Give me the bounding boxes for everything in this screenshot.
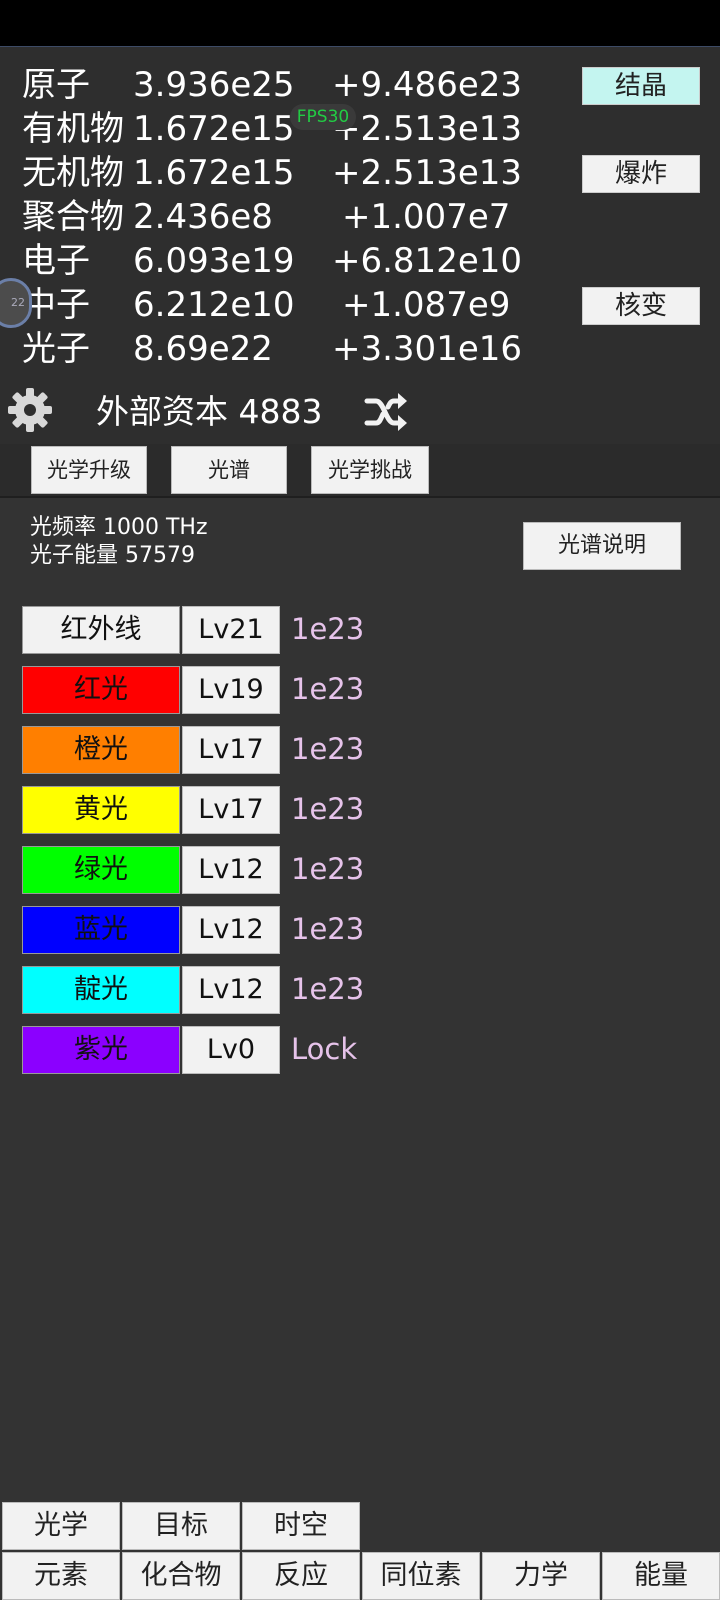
explode-button[interactable]: 爆炸 xyxy=(582,155,700,193)
light-level-button[interactable]: Lv19 xyxy=(182,666,280,714)
light-name-button[interactable]: 黄光 xyxy=(22,786,180,834)
light-row-violet: 紫光 Lv0 Lock xyxy=(0,1026,720,1074)
resource-row-polymer: 聚合物 2.436e8 +1.007e7 xyxy=(0,195,560,239)
resource-row-atom: 原子 3.936e25 +9.486e23 xyxy=(0,63,560,107)
light-row-orange: 橙光 Lv17 1e23 xyxy=(0,726,720,774)
tab-spectrum[interactable]: 光谱 xyxy=(171,446,287,494)
crystal-button[interactable]: 结晶 xyxy=(582,67,700,105)
nav-reactions[interactable]: 反应 xyxy=(242,1552,360,1600)
light-cost: Lock xyxy=(291,1032,358,1066)
light-level-button[interactable]: Lv12 xyxy=(182,846,280,894)
tab-optics-upgrade[interactable]: 光学升级 xyxy=(31,446,147,494)
resource-row-photon: 光子 8.69e22 +3.301e16 xyxy=(0,327,560,371)
resource-rate: +2.513e13 xyxy=(332,109,523,149)
light-name-button[interactable]: 红外线 xyxy=(22,606,180,654)
resource-value: 6.212e10 xyxy=(133,285,295,325)
light-info: 光频率 1000 THz 光子能量 57579 xyxy=(30,514,208,570)
resource-value: 8.69e22 xyxy=(133,329,273,369)
light-name-button[interactable]: 红光 xyxy=(22,666,180,714)
nav-spacetime[interactable]: 时空 xyxy=(242,1502,360,1550)
resource-row-inorganic: 无机物 1.672e15 +2.513e13 xyxy=(0,151,560,195)
nav-energy[interactable]: 能量 xyxy=(602,1552,720,1600)
light-row-red: 红光 Lv19 1e23 xyxy=(0,666,720,714)
light-cost: 1e23 xyxy=(291,732,365,766)
resource-name: 聚合物 xyxy=(22,197,124,237)
external-capital: 外部资本 4883 xyxy=(96,392,322,432)
photon-energy: 光子能量 57579 xyxy=(30,543,195,568)
light-cost: 1e23 xyxy=(291,972,365,1006)
gear-icon[interactable] xyxy=(6,386,54,434)
resource-name: 原子 xyxy=(22,65,90,105)
nav-isotopes[interactable]: 同位素 xyxy=(362,1552,480,1600)
resource-rate: +6.812e10 xyxy=(332,241,523,281)
light-cost: 1e23 xyxy=(291,792,365,826)
light-row-infrared: 红外线 Lv21 1e23 xyxy=(0,606,720,654)
resource-name: 中子 xyxy=(22,285,90,325)
light-name-button[interactable]: 橙光 xyxy=(22,726,180,774)
resource-panel: 原子 3.936e25 +9.486e23 有机物 1.672e15 +2.51… xyxy=(0,46,720,445)
light-level-button[interactable]: Lv0 xyxy=(182,1026,280,1074)
light-name-button[interactable]: 绿光 xyxy=(22,846,180,894)
resource-rate: +3.301e16 xyxy=(332,329,523,369)
resource-value: 2.436e8 xyxy=(133,197,273,237)
resource-row-electron: 电子 6.093e19 +6.812e10 xyxy=(0,239,560,283)
light-level-button[interactable]: Lv12 xyxy=(182,966,280,1014)
resource-name: 光子 xyxy=(22,329,90,369)
nuclear-button[interactable]: 核变 xyxy=(582,287,700,325)
light-cost: 1e23 xyxy=(291,912,365,946)
capital-label: 外部资本 xyxy=(96,392,228,431)
light-cost: 1e23 xyxy=(291,672,365,706)
nav-goals[interactable]: 目标 xyxy=(122,1502,240,1550)
optics-subtab-bar: 光学升级 光谱 光学挑战 xyxy=(0,444,720,498)
resource-name: 无机物 xyxy=(22,153,124,193)
light-name-button[interactable]: 紫光 xyxy=(22,1026,180,1074)
light-level-button[interactable]: Lv17 xyxy=(182,726,280,774)
light-cost: 1e23 xyxy=(291,612,365,646)
light-row-green: 绿光 Lv12 1e23 xyxy=(0,846,720,894)
shuffle-icon[interactable] xyxy=(364,392,408,432)
fps-counter: FPS30 xyxy=(290,104,356,130)
light-level-button[interactable]: Lv17 xyxy=(182,786,280,834)
spectrum-explain-button[interactable]: 光谱说明 xyxy=(523,522,681,570)
status-bar xyxy=(0,0,720,46)
resource-rate: +1.007e7 xyxy=(342,197,511,237)
resource-row-neutron: 中子 6.212e10 +1.087e9 xyxy=(0,283,560,327)
resource-value: 1.672e15 xyxy=(133,109,295,149)
nav-compounds[interactable]: 化合物 xyxy=(122,1552,240,1600)
resource-value: 1.672e15 xyxy=(133,153,295,193)
light-level-button[interactable]: Lv21 xyxy=(182,606,280,654)
light-row-yellow: 黄光 Lv17 1e23 xyxy=(0,786,720,834)
resource-rate: +1.087e9 xyxy=(342,285,511,325)
resource-rate: +2.513e13 xyxy=(332,153,523,193)
light-row-blue: 蓝光 Lv12 1e23 xyxy=(0,906,720,954)
tab-optics-challenge[interactable]: 光学挑战 xyxy=(311,446,429,494)
nav-elements[interactable]: 元素 xyxy=(2,1552,120,1600)
resource-name: 有机物 xyxy=(22,109,124,149)
resource-rate: +9.486e23 xyxy=(332,65,523,105)
light-cost: 1e23 xyxy=(291,852,365,886)
resource-name: 电子 xyxy=(22,241,90,281)
resource-value: 3.936e25 xyxy=(133,65,295,105)
nav-optics[interactable]: 光学 xyxy=(2,1502,120,1550)
light-level-button[interactable]: Lv12 xyxy=(182,906,280,954)
capital-value: 4883 xyxy=(238,392,323,431)
resource-row-organic: 有机物 1.672e15 +2.513e13 xyxy=(0,107,560,151)
light-row-indigo: 靛光 Lv12 1e23 xyxy=(0,966,720,1014)
nav-mechanics[interactable]: 力学 xyxy=(482,1552,600,1600)
light-frequency: 光频率 1000 THz xyxy=(30,515,208,540)
light-name-button[interactable]: 靛光 xyxy=(22,966,180,1014)
resource-value: 6.093e19 xyxy=(133,241,295,281)
light-name-button[interactable]: 蓝光 xyxy=(22,906,180,954)
